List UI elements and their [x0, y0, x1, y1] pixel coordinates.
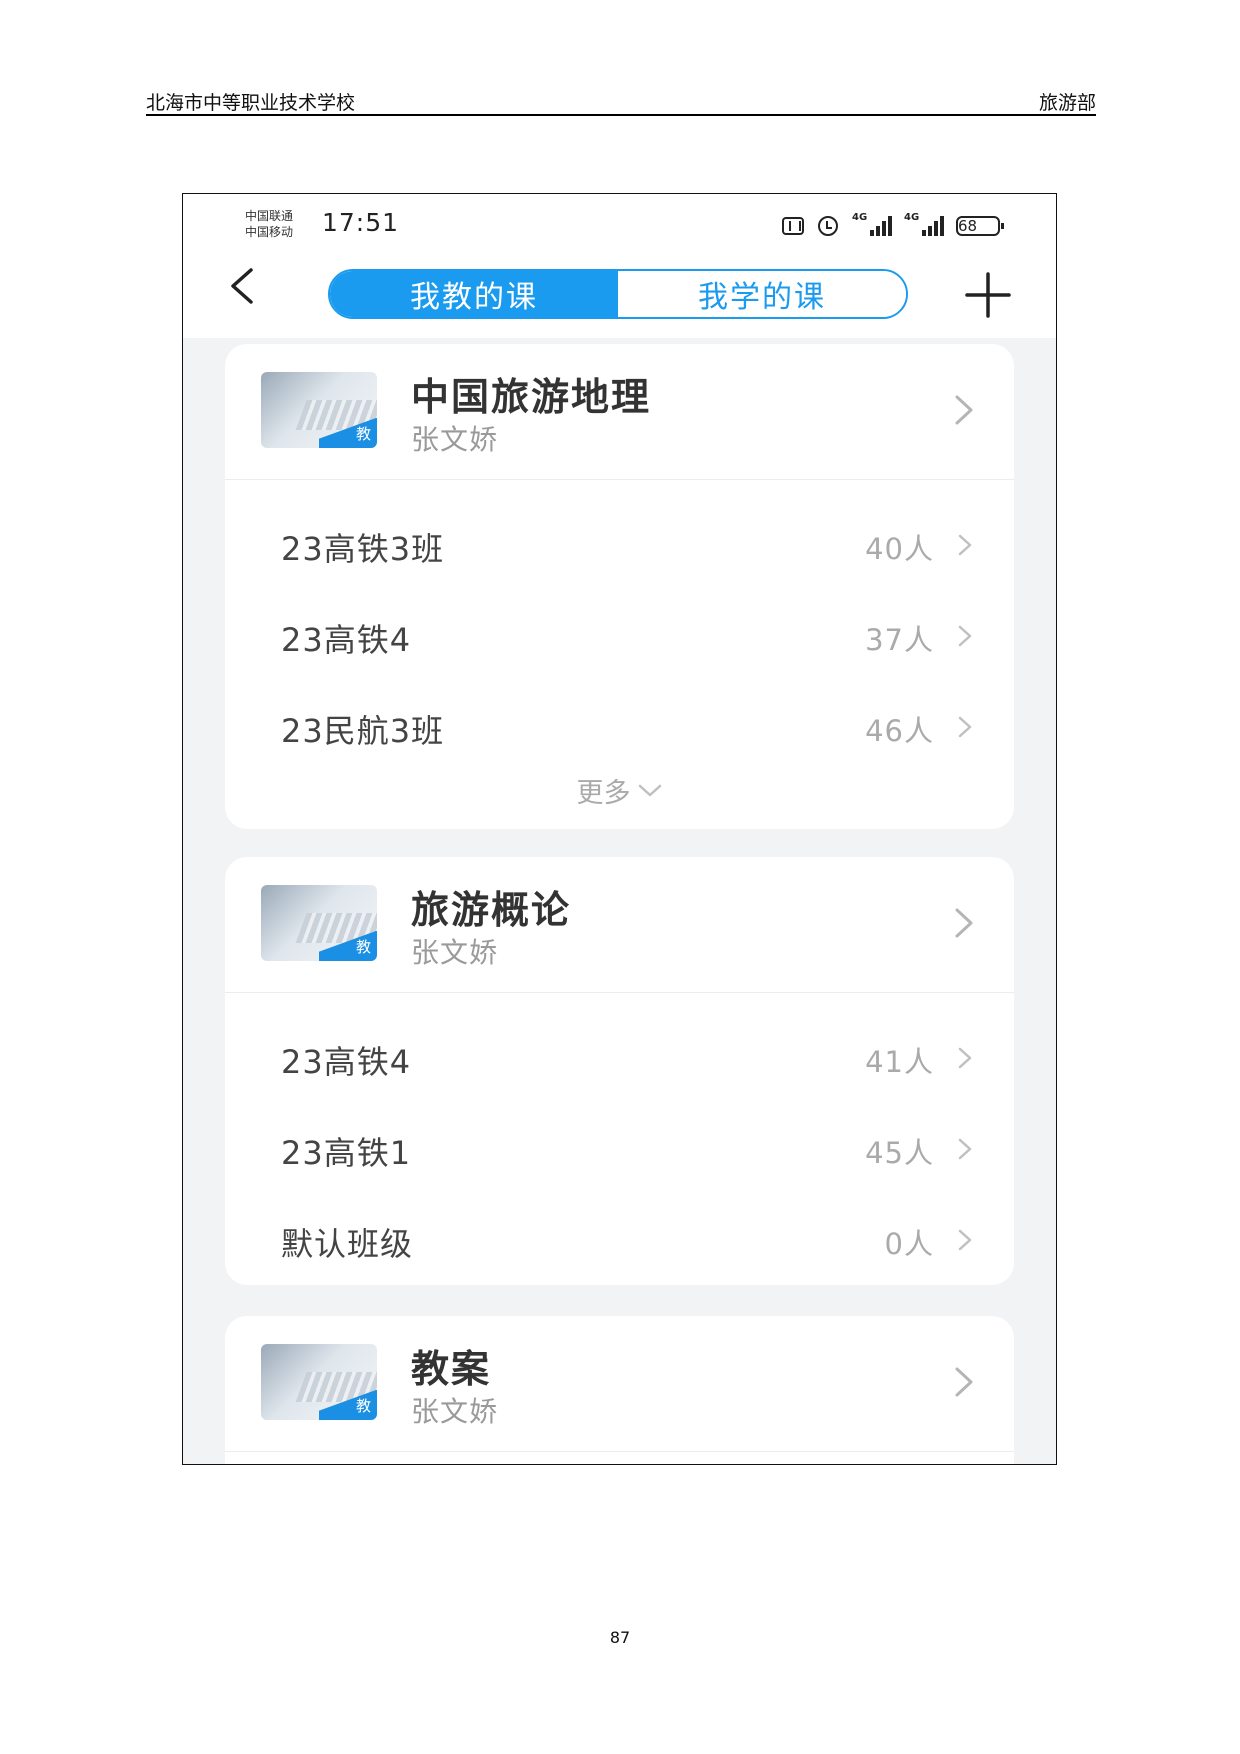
carrier-info: 中国联通 中国移动	[245, 208, 293, 240]
course-card: 教 中国旅游地理 张文娇 23高铁3班 40人 23高铁4 37人 23民航3班…	[225, 344, 1014, 829]
signal-icon: 4G	[904, 212, 944, 236]
class-name: 23高铁3班	[281, 530, 445, 568]
class-row[interactable]: 23高铁4 37人	[225, 589, 1014, 680]
class-name: 默认班级	[281, 1225, 414, 1263]
course-title: 中国旅游地理	[411, 375, 652, 419]
alarm-icon	[818, 216, 838, 236]
page-number: 87	[609, 1628, 631, 1647]
department-name: 旅游部	[1038, 92, 1096, 114]
phone-screenshot: 中国联通 中国移动 17:51 4G 4G 68 我教的课 我学的课 教 中国旅…	[182, 193, 1057, 1465]
course-header[interactable]: 教 旅游概论 张文娇	[225, 857, 1014, 993]
network-label: 4G	[904, 212, 920, 223]
course-thumbnail: 教	[261, 885, 377, 961]
top-bar: 中国联通 中国移动 17:51 4G 4G 68 我教的课 我学的课	[183, 194, 1056, 338]
course-title: 旅游概论	[411, 888, 572, 932]
tab-learning-courses[interactable]: 我学的课	[618, 271, 906, 317]
course-teacher: 张文娇	[411, 936, 499, 969]
class-name: 23民航3班	[281, 712, 445, 750]
class-row[interactable]: 23高铁3班 40人	[225, 498, 1014, 589]
class-row[interactable]: 23民航3班 46人	[225, 680, 1014, 771]
class-count: 40人	[865, 532, 934, 566]
chevron-right-icon	[958, 534, 972, 556]
course-title: 教案	[411, 1347, 492, 1391]
battery-icon: 68	[956, 216, 1004, 236]
course-thumbnail: 教	[261, 1344, 377, 1420]
teacher-badge: 教	[355, 938, 371, 956]
course-thumbnail: 教	[261, 372, 377, 448]
chevron-right-icon	[955, 395, 973, 425]
course-header[interactable]: 教 中国旅游地理 张文娇	[225, 344, 1014, 480]
chevron-right-icon	[958, 716, 972, 738]
tab-teaching-courses[interactable]: 我教的课	[330, 271, 618, 317]
course-card: 教 旅游概论 张文娇 23高铁4 41人 23高铁1 45人 默认班级 0人	[225, 857, 1014, 1285]
chevron-left-icon[interactable]	[223, 266, 263, 306]
class-count: 37人	[865, 623, 934, 657]
teacher-badge: 教	[355, 425, 371, 443]
chevron-right-icon	[958, 1047, 972, 1069]
status-time: 17:51	[322, 208, 400, 237]
teacher-badge: 教	[355, 1397, 371, 1415]
chevron-down-icon	[638, 784, 661, 796]
chevron-right-icon	[958, 1138, 972, 1160]
school-name: 北海市中等职业技术学校	[146, 92, 356, 114]
course-teacher: 张文娇	[411, 1395, 499, 1428]
class-row[interactable]: 23高铁1 45人	[225, 1102, 1014, 1193]
carrier-2: 中国移动	[245, 225, 294, 239]
course-header[interactable]: 教 教案 张文娇	[225, 1316, 1014, 1452]
chevron-right-icon	[958, 625, 972, 647]
course-card: 教 教案 张文娇	[225, 1316, 1014, 1464]
more-label: 更多	[576, 778, 631, 809]
course-teacher: 张文娇	[411, 423, 499, 456]
class-name: 23高铁1	[281, 1134, 412, 1172]
chevron-right-icon	[955, 908, 973, 938]
class-count: 46人	[865, 714, 934, 748]
more-button[interactable]: 更多	[225, 771, 1014, 829]
signal-icon: 4G	[852, 212, 892, 236]
chevron-right-icon	[955, 1367, 973, 1397]
class-row[interactable]: 默认班级 0人	[225, 1193, 1014, 1284]
class-count: 0人	[884, 1227, 934, 1261]
class-row[interactable]: 23高铁4 41人	[225, 1011, 1014, 1102]
class-name: 23高铁4	[281, 621, 412, 659]
class-count: 41人	[865, 1045, 934, 1079]
carrier-1: 中国联通	[245, 209, 294, 223]
class-name: 23高铁4	[281, 1043, 412, 1081]
status-icons: 4G 4G 68	[782, 212, 1004, 238]
plus-icon[interactable]	[965, 272, 1011, 318]
document-header: 北海市中等职业技术学校 旅游部	[146, 86, 1096, 116]
nfc-icon	[782, 217, 804, 235]
class-count: 45人	[865, 1136, 934, 1170]
course-tab-switch: 我教的课 我学的课	[328, 269, 908, 319]
chevron-right-icon	[958, 1229, 972, 1251]
network-label: 4G	[852, 212, 868, 223]
